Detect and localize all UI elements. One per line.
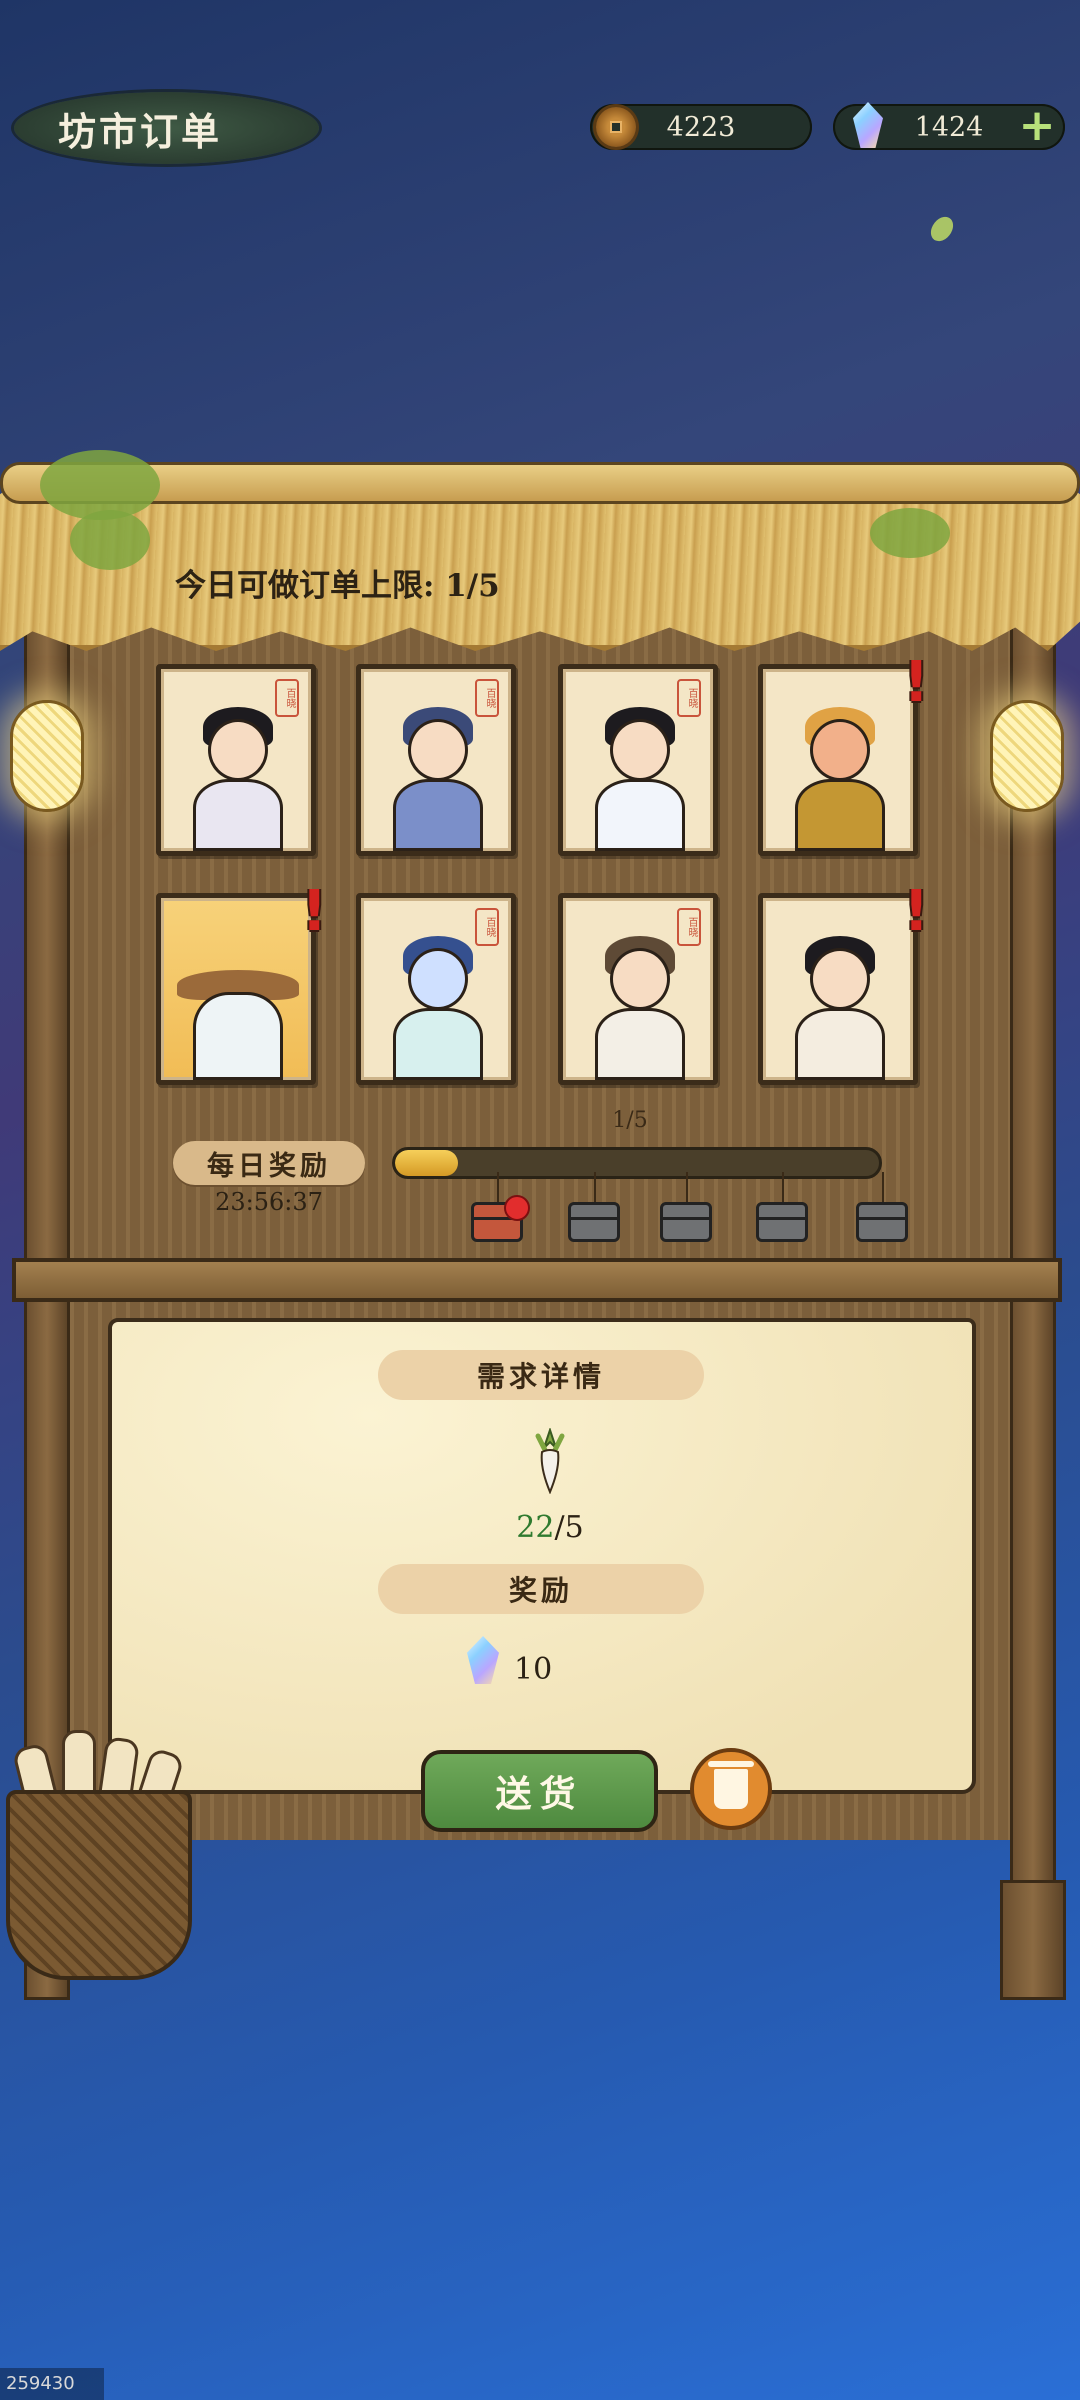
lantern-right — [990, 700, 1064, 812]
need-details-title: 需求详情 — [378, 1350, 704, 1400]
daily-reward-timer: 23:56:37 — [215, 1188, 323, 1216]
alert-exclamation-icon: ! — [903, 879, 929, 944]
gem-counter: 1424 + — [833, 102, 1065, 150]
stall-post-foot — [1000, 1880, 1066, 2000]
add-gems-button[interactable]: + — [1017, 104, 1057, 148]
reward-chest-2[interactable] — [568, 1202, 620, 1242]
character-portrait — [785, 930, 895, 1080]
reward-chest-3[interactable] — [660, 1202, 712, 1242]
character-portrait — [585, 930, 695, 1080]
character-portrait — [177, 930, 299, 1080]
title-banner: 坊市订单 — [14, 92, 319, 164]
order-progress-label: 1/5 — [612, 1108, 648, 1133]
daily-progress-bar — [392, 1147, 882, 1179]
order-card-old-farmer[interactable]: 百晓 — [558, 893, 718, 1085]
reward-title: 奖励 — [378, 1564, 704, 1614]
chest-string — [882, 1172, 884, 1206]
order-card-bun-hair-girl[interactable]: 百晓 — [558, 664, 718, 856]
trash-icon — [708, 1761, 754, 1809]
character-portrait — [785, 701, 895, 851]
order-card-masked-hat-figure[interactable]: ! — [156, 884, 327, 1085]
chest-string — [594, 1172, 596, 1206]
roof-beam — [0, 462, 1080, 504]
order-card-monkey-king[interactable]: ! — [758, 655, 929, 856]
reward-chest-4[interactable] — [756, 1202, 808, 1242]
lantern-left — [10, 700, 84, 812]
daily-reward-label: 每日奖励 — [173, 1141, 365, 1185]
character-portrait — [183, 701, 293, 851]
coin-counter: 4223 — [590, 104, 812, 150]
scroll-basket[interactable] — [6, 1790, 192, 1980]
chest-string — [686, 1172, 688, 1206]
watermark-id: 259430 — [0, 2368, 104, 2400]
item-count: 22/5 — [480, 1510, 620, 1545]
page-title: 坊市订单 — [58, 108, 223, 154]
item-count-have: 22 — [516, 1510, 555, 1545]
moss-decoration — [870, 508, 950, 558]
radish-icon — [535, 1428, 565, 1494]
character-portrait — [585, 701, 695, 851]
alert-exclamation-icon: ! — [301, 879, 327, 944]
moss-decoration — [40, 450, 160, 520]
discard-order-button[interactable] — [690, 1748, 772, 1830]
notification-dot — [504, 1195, 530, 1221]
daily-progress-fill — [395, 1150, 458, 1176]
alert-exclamation-icon: ! — [903, 650, 929, 715]
chest-string — [782, 1172, 784, 1206]
order-card-blue-dragon[interactable]: 百晓 — [356, 893, 516, 1085]
stall-shelf — [12, 1258, 1062, 1302]
chest-string — [497, 1172, 499, 1206]
deliver-button[interactable]: 送货 — [421, 1750, 658, 1832]
order-card-dragon-horn-lady[interactable]: 百晓 — [356, 664, 516, 856]
moss-decoration — [70, 510, 150, 570]
reward-amount: 10 — [514, 1652, 553, 1687]
order-card-young-swordsman[interactable]: 百晓 — [156, 664, 316, 856]
order-card-farm-boy[interactable]: ! — [758, 884, 929, 1085]
reward-chest-1[interactable] — [471, 1195, 530, 1242]
falling-leaf-icon — [928, 213, 956, 245]
item-count-need: /5 — [554, 1510, 584, 1545]
character-portrait — [383, 930, 493, 1080]
order-limit-text: 今日可做订单上限: 1/5 — [175, 568, 500, 604]
character-portrait — [383, 701, 493, 851]
reward-chest-5[interactable] — [856, 1202, 908, 1242]
coin-value: 4223 — [666, 111, 736, 143]
